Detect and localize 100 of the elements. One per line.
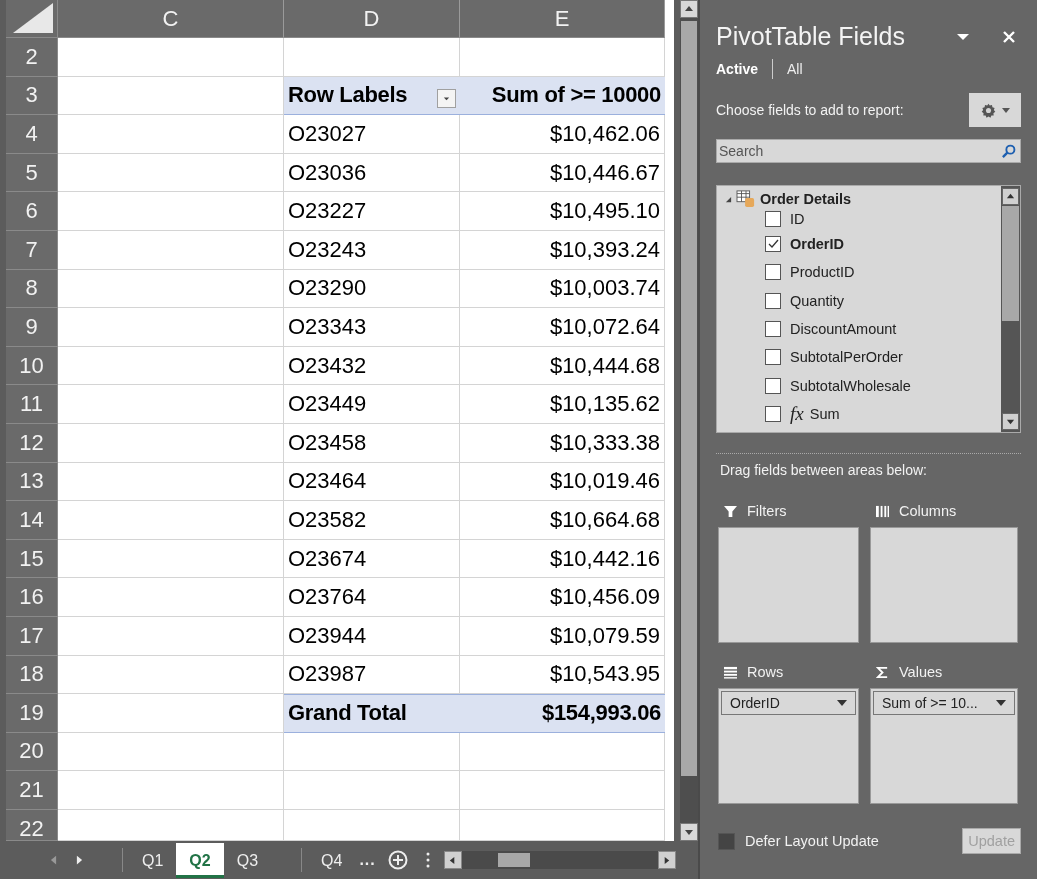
defer-checkbox[interactable] — [718, 832, 735, 850]
drop-area[interactable]: Sum of >= 10... — [870, 688, 1018, 804]
caret-icon — [837, 700, 847, 706]
sigma-icon — [876, 665, 889, 679]
right-arrow-icon — [662, 855, 672, 865]
row-header[interactable]: 14 — [6, 501, 58, 540]
field-checkbox[interactable] — [765, 292, 781, 309]
tools-button[interactable] — [969, 93, 1021, 127]
table-cell: $10,393.24 — [549, 236, 660, 263]
row-header[interactable]: 6 — [6, 192, 58, 231]
table-cell: O23290 — [288, 275, 367, 302]
field-checkbox[interactable] — [765, 349, 781, 366]
row-header[interactable]: 19 — [6, 694, 58, 733]
row-header[interactable]: 2 — [6, 38, 58, 77]
horizontal-scrollbar[interactable] — [443, 851, 676, 869]
table-cell: $10,446.67 — [549, 159, 660, 186]
field-name: DiscountAmount — [790, 321, 897, 338]
table-cell: $10,333.38 — [549, 429, 660, 456]
caret-icon — [1002, 107, 1010, 113]
sheet-tab[interactable]: Q2 — [176, 842, 224, 878]
expanded-arrow-icon[interactable] — [725, 195, 732, 203]
row-header[interactable]: 15 — [6, 539, 58, 579]
sheet-tab[interactable]: Q4 — [308, 842, 356, 878]
row-header[interactable]: 13 — [6, 462, 58, 502]
caret-icon — [996, 700, 1006, 706]
table-cell: O23027 — [288, 121, 367, 147]
sheet-tab[interactable]: Q3 — [223, 842, 272, 878]
field-name: ID — [790, 211, 805, 227]
field-dropdown[interactable]: OrderID — [721, 691, 856, 715]
table-cell: $10,664.68 — [549, 506, 660, 533]
row-header[interactable]: 11 — [6, 385, 58, 424]
vertical-scrollbar[interactable] — [680, 0, 698, 841]
table-cell: $10,456.09 — [549, 584, 660, 611]
table-cell: Sum of >= 10000 — [491, 82, 661, 109]
scroll-down-button[interactable] — [1002, 413, 1019, 430]
table-cell: O23464 — [288, 468, 367, 495]
table-cell: $10,135.62 — [549, 391, 660, 418]
scroll-thumb[interactable] — [681, 21, 697, 776]
pane-tab[interactable]: All — [787, 61, 803, 77]
down-arrow-icon — [684, 827, 694, 837]
up-arrow-icon — [684, 4, 694, 14]
field-name: Quantity — [790, 292, 844, 309]
row-header[interactable]: 9 — [6, 308, 58, 347]
field-checkbox[interactable] — [765, 405, 781, 422]
row-header[interactable]: 17 — [6, 616, 58, 656]
row-header[interactable]: 10 — [6, 346, 58, 386]
row-header[interactable]: 18 — [6, 655, 58, 695]
checkbox-label: Defer Layout Update — [745, 833, 879, 849]
caret-icon[interactable] — [957, 32, 969, 41]
corner-triangle-icon — [13, 3, 53, 33]
row-header[interactable]: 22 — [6, 809, 58, 841]
close-icon[interactable] — [1003, 30, 1015, 43]
row-header[interactable]: 5 — [6, 153, 58, 193]
gear-icon — [980, 101, 997, 119]
search-field[interactable]: Search — [716, 139, 1021, 163]
table-cell: Row Labels — [288, 82, 408, 109]
table-cell: $10,543.95 — [549, 661, 660, 688]
field-checkbox[interactable] — [765, 377, 781, 394]
pane-title: PivotTable Fields — [716, 22, 905, 51]
field-checkbox[interactable] — [765, 321, 781, 338]
scroll-up-button[interactable] — [1002, 188, 1019, 205]
row-header[interactable]: 7 — [6, 230, 58, 270]
field-dropdown[interactable]: Sum of >= 10... — [873, 691, 1015, 715]
more-options-icon[interactable] — [425, 852, 430, 868]
up-arrow-icon — [1006, 192, 1015, 201]
scroll-right-button[interactable] — [657, 851, 676, 869]
table-cell: $10,444.68 — [549, 352, 660, 379]
row-header[interactable]: 16 — [6, 578, 58, 617]
scroll-left-button[interactable] — [443, 851, 462, 869]
sheet-tab[interactable]: Q1 — [129, 842, 177, 878]
formula-symbol: fx — [790, 404, 804, 424]
scroll-thumb[interactable] — [1002, 206, 1019, 321]
field-checkbox[interactable] — [765, 211, 781, 227]
more-sheets-button[interactable]: ... — [359, 851, 376, 869]
area-label: Rows — [747, 664, 784, 680]
scroll-down-button[interactable] — [680, 823, 698, 841]
scroll-thumb[interactable] — [497, 853, 530, 867]
table-cell: $10,462.06 — [549, 121, 660, 147]
row-header[interactable]: 12 — [6, 423, 58, 463]
table-cell: $10,003.74 — [549, 275, 660, 302]
down-arrow-icon — [1006, 417, 1015, 426]
select-all-corner[interactable] — [6, 0, 58, 38]
column-header[interactable]: C — [58, 0, 284, 38]
row-header[interactable]: 8 — [6, 269, 58, 309]
row-header[interactable]: 4 — [6, 115, 58, 154]
vertical-scrollbar[interactable] — [1001, 186, 1020, 432]
row-header[interactable]: 20 — [6, 732, 58, 772]
table-cell: O23243 — [288, 236, 367, 263]
pane-tab[interactable]: Active — [716, 61, 759, 77]
column-header[interactable]: E — [460, 0, 665, 38]
drop-area[interactable]: OrderID — [718, 688, 859, 804]
field-checkbox[interactable] — [765, 236, 781, 253]
rows-icon — [724, 665, 737, 679]
row-header[interactable]: 21 — [6, 771, 58, 810]
scroll-up-button[interactable] — [680, 0, 698, 18]
new-sheet-icon[interactable] — [387, 850, 408, 870]
row-header[interactable]: 3 — [6, 76, 58, 116]
table-name: Order Details — [760, 191, 852, 207]
column-header[interactable]: D — [284, 0, 460, 38]
field-checkbox[interactable] — [765, 264, 781, 281]
